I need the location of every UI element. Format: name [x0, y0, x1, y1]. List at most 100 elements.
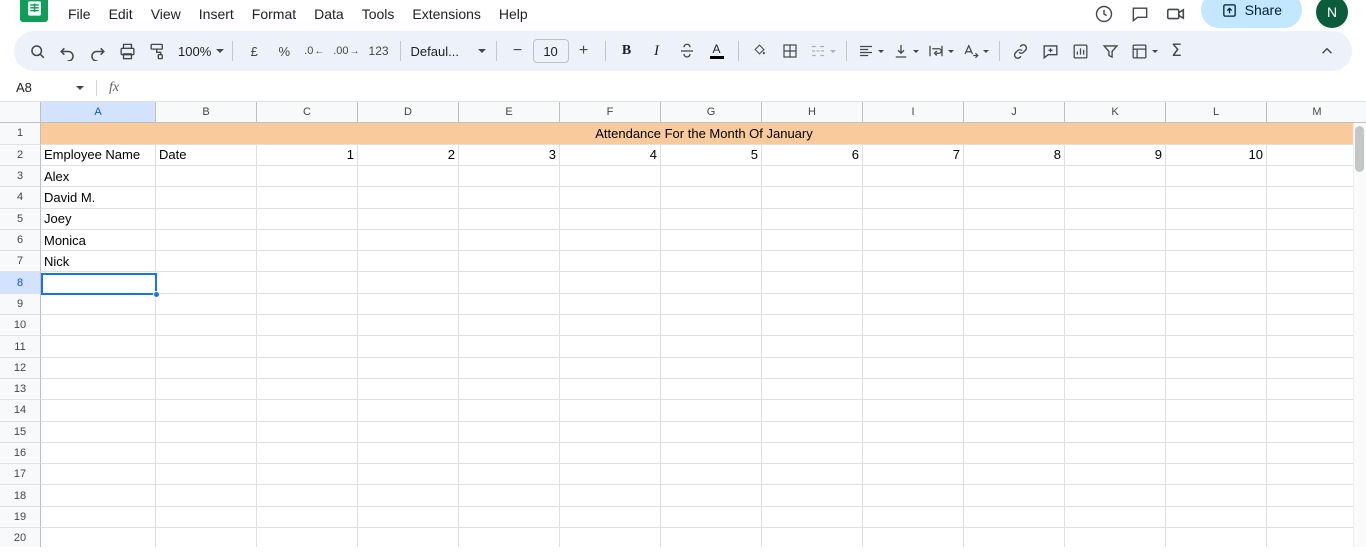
- cell-G12[interactable]: [661, 357, 762, 379]
- cell-C9[interactable]: [257, 293, 358, 316]
- cell-D5[interactable]: [358, 208, 459, 230]
- row-header-11[interactable]: 11: [0, 336, 41, 358]
- cell-I16[interactable]: [863, 442, 964, 465]
- cell-M10[interactable]: [1267, 315, 1366, 337]
- cell-D2[interactable]: 2: [358, 144, 459, 166]
- cell-B3[interactable]: [156, 166, 257, 188]
- column-header-M[interactable]: M: [1267, 102, 1366, 123]
- cell-L18[interactable]: [1166, 485, 1267, 507]
- cell-F17[interactable]: [560, 464, 661, 486]
- cell-M6[interactable]: [1267, 230, 1366, 252]
- row-header-12[interactable]: 12: [0, 357, 41, 379]
- column-header-A[interactable]: A: [41, 102, 156, 123]
- cell-H9[interactable]: [762, 293, 863, 316]
- cell-L8[interactable]: [1166, 272, 1267, 294]
- cell-A15[interactable]: [41, 421, 156, 443]
- cell-H19[interactable]: [762, 506, 863, 529]
- merge-cells-icon[interactable]: [805, 36, 840, 66]
- cell-F20[interactable]: [560, 528, 661, 547]
- cell-M20[interactable]: [1267, 528, 1366, 547]
- cell-F11[interactable]: [560, 336, 661, 358]
- cell-A4[interactable]: David M.: [41, 187, 156, 209]
- cell-C3[interactable]: [257, 166, 358, 188]
- cell-I19[interactable]: [863, 506, 964, 529]
- cell-D7[interactable]: [358, 251, 459, 273]
- cell-L15[interactable]: [1166, 421, 1267, 443]
- column-header-H[interactable]: H: [762, 102, 863, 123]
- cell-G17[interactable]: [661, 464, 762, 486]
- cell-G19[interactable]: [661, 506, 762, 529]
- cell-D20[interactable]: [358, 528, 459, 547]
- cell-L12[interactable]: [1166, 357, 1267, 379]
- text-rotation-icon[interactable]: [958, 36, 993, 66]
- fill-handle[interactable]: [153, 290, 160, 298]
- row-header-3[interactable]: 3: [0, 166, 41, 188]
- link-icon[interactable]: [1006, 36, 1036, 66]
- cell-C19[interactable]: [257, 506, 358, 529]
- cell-K17[interactable]: [1065, 464, 1166, 486]
- cell-B15[interactable]: [156, 421, 257, 443]
- cell-J20[interactable]: [964, 528, 1065, 547]
- cell-D13[interactable]: [358, 378, 459, 401]
- strikethrough-icon[interactable]: [672, 36, 702, 66]
- cell-C8[interactable]: [257, 272, 358, 294]
- cell-M11[interactable]: [1267, 336, 1366, 358]
- cell-G16[interactable]: [661, 442, 762, 465]
- cell-H6[interactable]: [762, 229, 863, 252]
- cell-K20[interactable]: [1065, 528, 1166, 547]
- cell-C11[interactable]: [257, 336, 358, 358]
- borders-icon[interactable]: [775, 36, 805, 66]
- share-button[interactable]: Share: [1200, 0, 1302, 28]
- cell-D12[interactable]: [358, 357, 459, 379]
- row-header-7[interactable]: 7: [0, 251, 41, 273]
- cell-A14[interactable]: [41, 400, 156, 422]
- cell-M5[interactable]: [1267, 209, 1366, 230]
- cell-F2[interactable]: 4: [560, 144, 661, 166]
- cell-C13[interactable]: [257, 378, 358, 401]
- cell-E13[interactable]: [459, 378, 560, 401]
- cell-F9[interactable]: [560, 293, 661, 316]
- cell-K10[interactable]: [1065, 315, 1166, 337]
- cell-H5[interactable]: [762, 208, 863, 230]
- vertical-scrollbar-track[interactable]: [1353, 123, 1366, 547]
- cell-G4[interactable]: [661, 187, 762, 209]
- cell-E16[interactable]: [459, 442, 560, 465]
- cell-F19[interactable]: [560, 506, 661, 529]
- cell-B13[interactable]: [156, 378, 257, 401]
- row-header-10[interactable]: 10: [0, 315, 41, 337]
- cell-C2[interactable]: 1: [257, 144, 358, 166]
- cell-I18[interactable]: [863, 485, 964, 507]
- cell-E15[interactable]: [459, 421, 560, 443]
- cell-G9[interactable]: [661, 293, 762, 316]
- cell-K8[interactable]: [1065, 272, 1166, 294]
- cell-H12[interactable]: [762, 357, 863, 379]
- cell-I4[interactable]: [863, 187, 964, 209]
- cell-C15[interactable]: [257, 421, 358, 443]
- cell-B11[interactable]: [156, 336, 257, 358]
- cell-F3[interactable]: [560, 166, 661, 188]
- cell-K16[interactable]: [1065, 442, 1166, 465]
- cell-C7[interactable]: [257, 251, 358, 273]
- cell-B14[interactable]: [156, 400, 257, 422]
- cell-D3[interactable]: [358, 166, 459, 188]
- row-header-14[interactable]: 14: [0, 400, 41, 422]
- cell-B17[interactable]: [156, 464, 257, 486]
- cell-H8[interactable]: [762, 272, 863, 294]
- menu-item-tools[interactable]: Tools: [354, 2, 403, 26]
- cell-L20[interactable]: [1166, 528, 1267, 547]
- cell-A17[interactable]: [41, 464, 156, 486]
- cell-F5[interactable]: [560, 208, 661, 230]
- cell-I10[interactable]: [863, 315, 964, 337]
- cell-A13[interactable]: [41, 378, 156, 401]
- cell-J11[interactable]: [964, 336, 1065, 358]
- avatar[interactable]: N: [1316, 0, 1348, 28]
- cell-D15[interactable]: [358, 421, 459, 443]
- cell-L2[interactable]: 10: [1166, 144, 1267, 166]
- cell-G6[interactable]: [661, 229, 762, 252]
- cell-E9[interactable]: [459, 293, 560, 316]
- cell-D19[interactable]: [358, 506, 459, 529]
- cell-K15[interactable]: [1065, 421, 1166, 443]
- cell-F13[interactable]: [560, 378, 661, 401]
- cell-G7[interactable]: [661, 251, 762, 273]
- menu-item-format[interactable]: Format: [244, 2, 304, 26]
